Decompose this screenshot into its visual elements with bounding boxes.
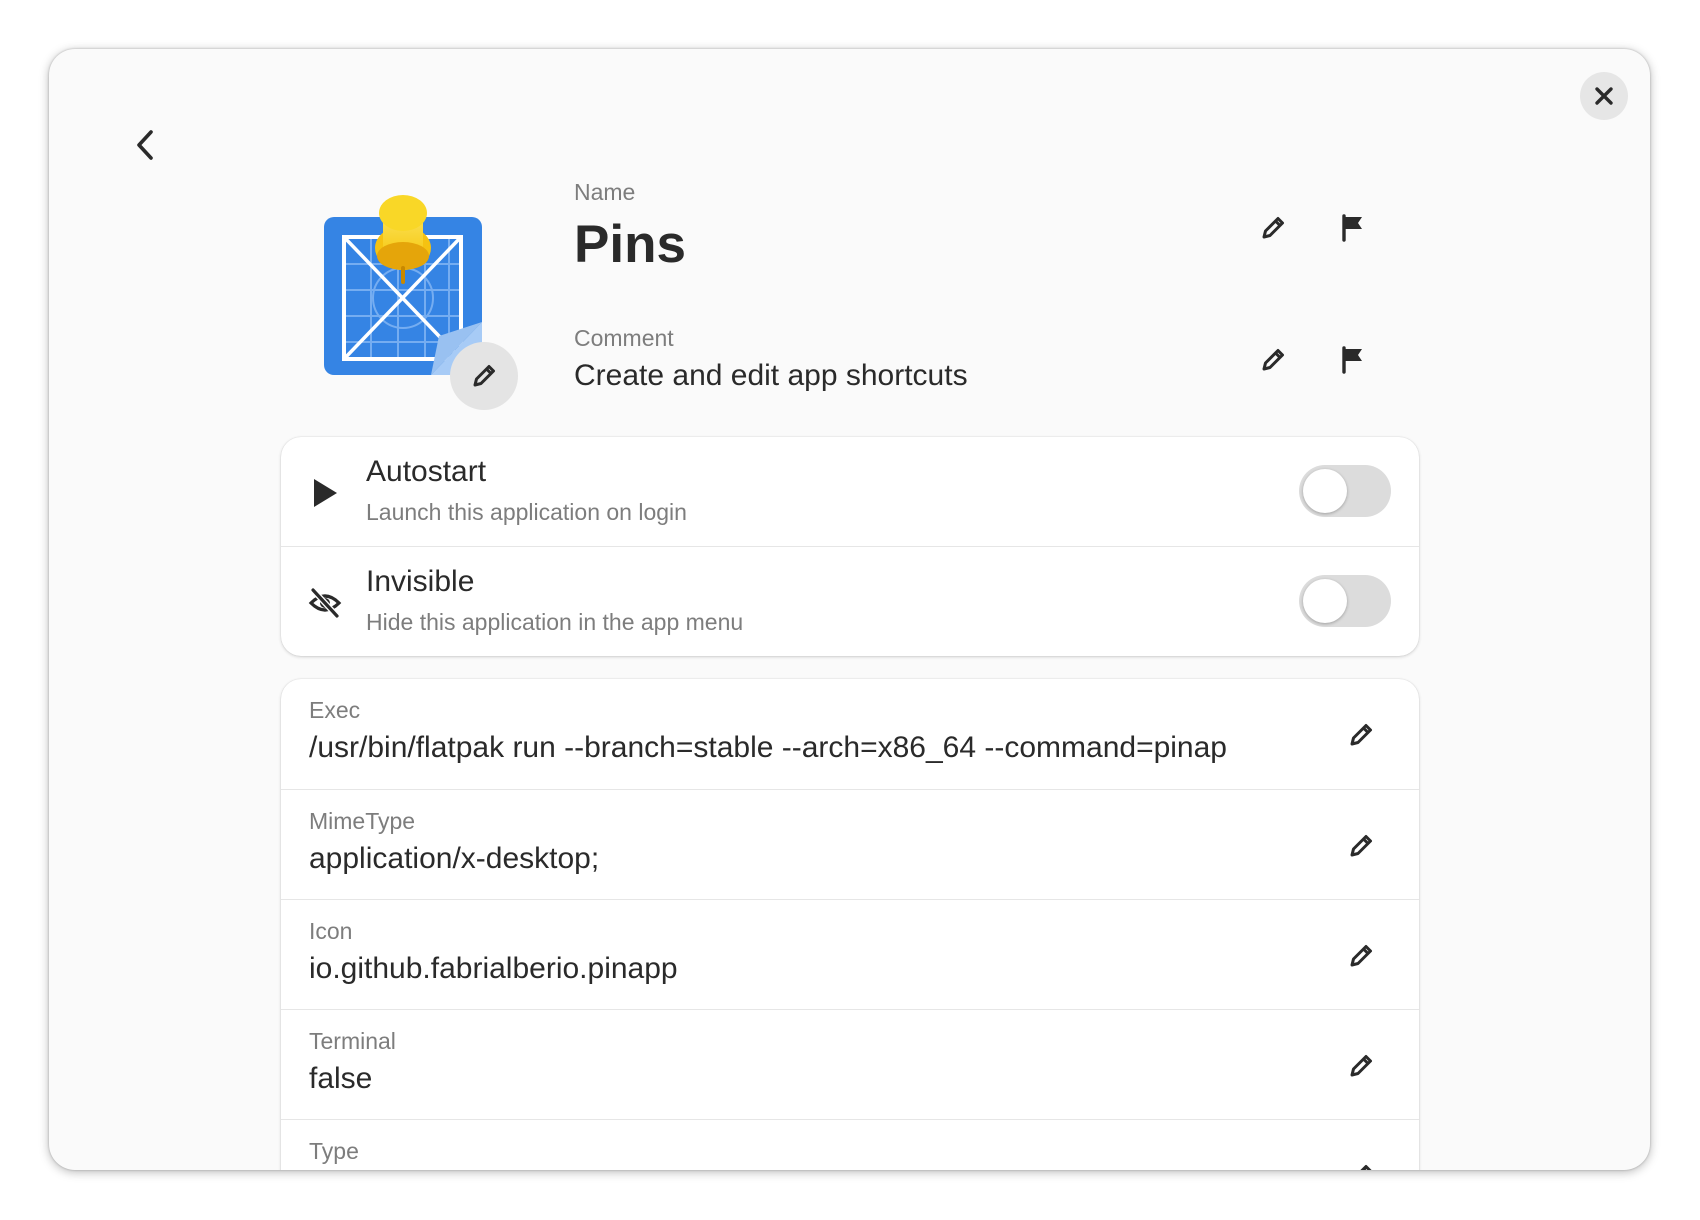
edit-type-button[interactable] [1335,1150,1387,1170]
pencil-icon [1350,945,1372,967]
back-button[interactable] [117,121,173,169]
close-button[interactable] [1580,72,1628,120]
property-row-exec: Exec /usr/bin/flatpak run --branch=stabl… [281,679,1419,789]
edit-exec-button[interactable] [1335,709,1387,761]
property-value: false [309,1062,373,1095]
autostart-switch[interactable] [1299,465,1391,517]
property-key: Type [309,1138,359,1164]
switch-knob [1303,579,1347,623]
edit-icon-button[interactable] [450,342,518,410]
pencil-icon [1350,1055,1372,1077]
edit-comment-button[interactable] [1247,334,1299,386]
chevron-left-icon [137,130,153,160]
invisible-title: Invisible [366,565,475,598]
flag-icon [1342,214,1362,242]
play-icon [307,475,343,511]
property-row-type: Type [281,1119,1419,1170]
property-key: Exec [309,697,361,723]
pencil-icon [1360,1165,1372,1170]
properties-card: Exec /usr/bin/flatpak run --branch=stabl… [281,679,1419,1170]
autostart-row[interactable]: Autostart Launch this application on log… [281,437,1419,547]
property-value: /usr/bin/flatpak run --branch=stable --a… [309,731,1227,764]
pencil-icon [473,365,495,387]
toggles-card: Autostart Launch this application on log… [281,437,1419,656]
app-icon [321,194,551,424]
comment-label: Comment [574,325,674,351]
edit-name-button[interactable] [1247,202,1299,254]
autostart-subtitle: Launch this application on login [366,499,687,525]
pencil-icon [1262,349,1284,371]
property-key: Terminal [309,1028,396,1054]
flag-icon [1342,346,1362,374]
property-value: application/x-desktop; [309,842,600,875]
translate-name-button[interactable] [1327,202,1379,254]
close-icon [1595,87,1613,105]
invisible-switch[interactable] [1299,575,1391,627]
app-name: Pins [574,215,686,274]
edit-terminal-button[interactable] [1335,1040,1387,1092]
switch-knob [1303,469,1347,513]
pencil-icon [1350,724,1372,746]
property-row-mimetype: MimeType application/x-desktop; [281,789,1419,899]
property-key: MimeType [309,808,416,834]
edit-mimetype-button[interactable] [1335,820,1387,872]
translate-comment-button[interactable] [1327,334,1379,386]
invisible-subtitle: Hide this application in the app menu [366,609,744,635]
pencil-icon [1350,835,1372,857]
edit-icon-property-button[interactable] [1335,930,1387,982]
autostart-title: Autostart [366,455,487,488]
hidden-eye-icon [307,585,343,621]
property-row-icon: Icon io.github.fabrialberio.pinapp [281,899,1419,1009]
app-window: Name Pins Comment Create and edit app sh… [49,49,1650,1170]
app-comment: Create and edit app shortcuts [574,359,968,392]
name-label: Name [574,179,636,205]
property-key: Icon [309,918,353,944]
pencil-icon [1262,217,1284,239]
pins-app-icon [324,195,482,375]
property-value: io.github.fabrialberio.pinapp [309,952,678,985]
property-row-terminal: Terminal false [281,1009,1419,1119]
invisible-row[interactable]: Invisible Hide this application in the a… [281,546,1419,656]
